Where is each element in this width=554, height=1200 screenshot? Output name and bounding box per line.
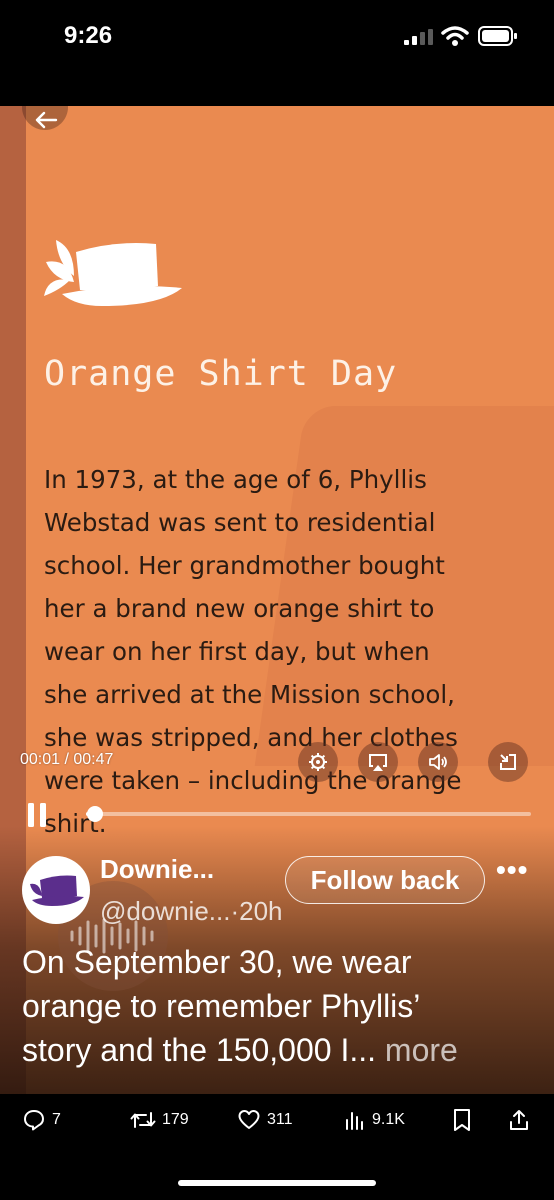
video-player[interactable]: Orange Shirt Day In 1973, at the age of …: [0, 106, 554, 1094]
reply-count: 7: [52, 1111, 61, 1128]
post-age: 20h: [239, 896, 283, 926]
hat-logo-icon: [44, 240, 182, 306]
home-indicator[interactable]: [178, 1180, 376, 1186]
cellular-signal-icon: [404, 29, 433, 45]
view-count: 9.1K: [372, 1111, 405, 1128]
slide-body-line: her a brand new orange shirt to: [44, 594, 435, 623]
back-button[interactable]: [22, 106, 68, 130]
tweet-text[interactable]: On September 30, we wear orange to remem…: [22, 940, 532, 1072]
tweet-text-line: On September 30, we wear: [22, 944, 412, 980]
pause-icon[interactable]: [26, 801, 50, 829]
follow-back-button[interactable]: Follow back: [285, 856, 485, 904]
like-button[interactable]: 311: [237, 1108, 293, 1132]
heart-icon: [238, 1110, 260, 1129]
bookmark-icon: [454, 1109, 470, 1131]
back-arrow-icon: [35, 111, 58, 129]
slide-body-line: school. Her grandmother bought: [44, 551, 445, 580]
reply-icon: [24, 1110, 44, 1131]
progress-bar[interactable]: [86, 806, 531, 822]
share-button[interactable]: [508, 1108, 530, 1132]
author-meta: @downie...·20h: [100, 896, 283, 927]
repost-icon: [130, 1112, 156, 1128]
slide-body-line: Webstad was sent to residential: [44, 508, 436, 537]
status-bar: 9:26: [0, 0, 554, 106]
reply-button[interactable]: 7: [22, 1108, 61, 1132]
battery-icon: [478, 26, 517, 46]
airplay-icon: [369, 754, 387, 771]
slide-body-line: wear on her first day, but when: [44, 637, 430, 666]
slide-body: In 1973, at the age of 6, Phyllis Websta…: [44, 458, 514, 845]
bookmark-button[interactable]: [451, 1108, 473, 1132]
like-count: 311: [267, 1111, 293, 1128]
status-time: 9:26: [64, 22, 113, 49]
settings-button[interactable]: [298, 742, 338, 782]
speaker-icon: [429, 754, 447, 770]
airplay-button[interactable]: [358, 742, 398, 782]
progress-scrubber[interactable]: [86, 806, 103, 822]
minimize-button[interactable]: [488, 742, 528, 782]
repost-button[interactable]: 179: [130, 1108, 189, 1132]
repost-count: 179: [162, 1111, 189, 1128]
tweet-text-line: orange to remember Phyllis’: [22, 988, 421, 1024]
volume-button[interactable]: [418, 742, 458, 782]
author-name[interactable]: Downie...: [100, 854, 214, 885]
wifi-icon: [441, 26, 469, 46]
video-time-readout: 00:01 / 00:47: [20, 751, 114, 768]
slide-body-line: In 1973, at the age of 6, Phyllis: [44, 465, 427, 494]
views-button[interactable]: 9.1K: [344, 1108, 405, 1132]
slide-body-line: she arrived at the Mission school,: [44, 680, 455, 709]
minimize-icon: [500, 754, 516, 770]
author-avatar[interactable]: [22, 856, 90, 924]
meta-separator: ·: [230, 896, 240, 926]
slide-title: Orange Shirt Day: [44, 354, 398, 394]
more-options-icon[interactable]: •••: [496, 854, 528, 886]
bar-chart-icon: [346, 1112, 363, 1130]
gear-icon: [309, 753, 327, 771]
share-icon: [510, 1110, 528, 1130]
show-more-link[interactable]: more: [385, 1032, 458, 1068]
author-handle[interactable]: @downie...: [100, 896, 230, 926]
purple-hat-icon: [30, 875, 84, 906]
tweet-text-line: story and the 150,000 I...: [22, 1032, 377, 1068]
